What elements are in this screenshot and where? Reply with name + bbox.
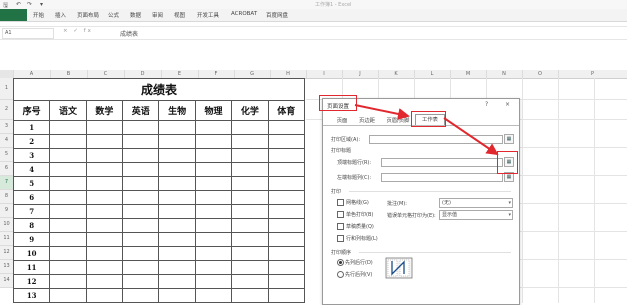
annotation-arrows	[354, 104, 499, 156]
